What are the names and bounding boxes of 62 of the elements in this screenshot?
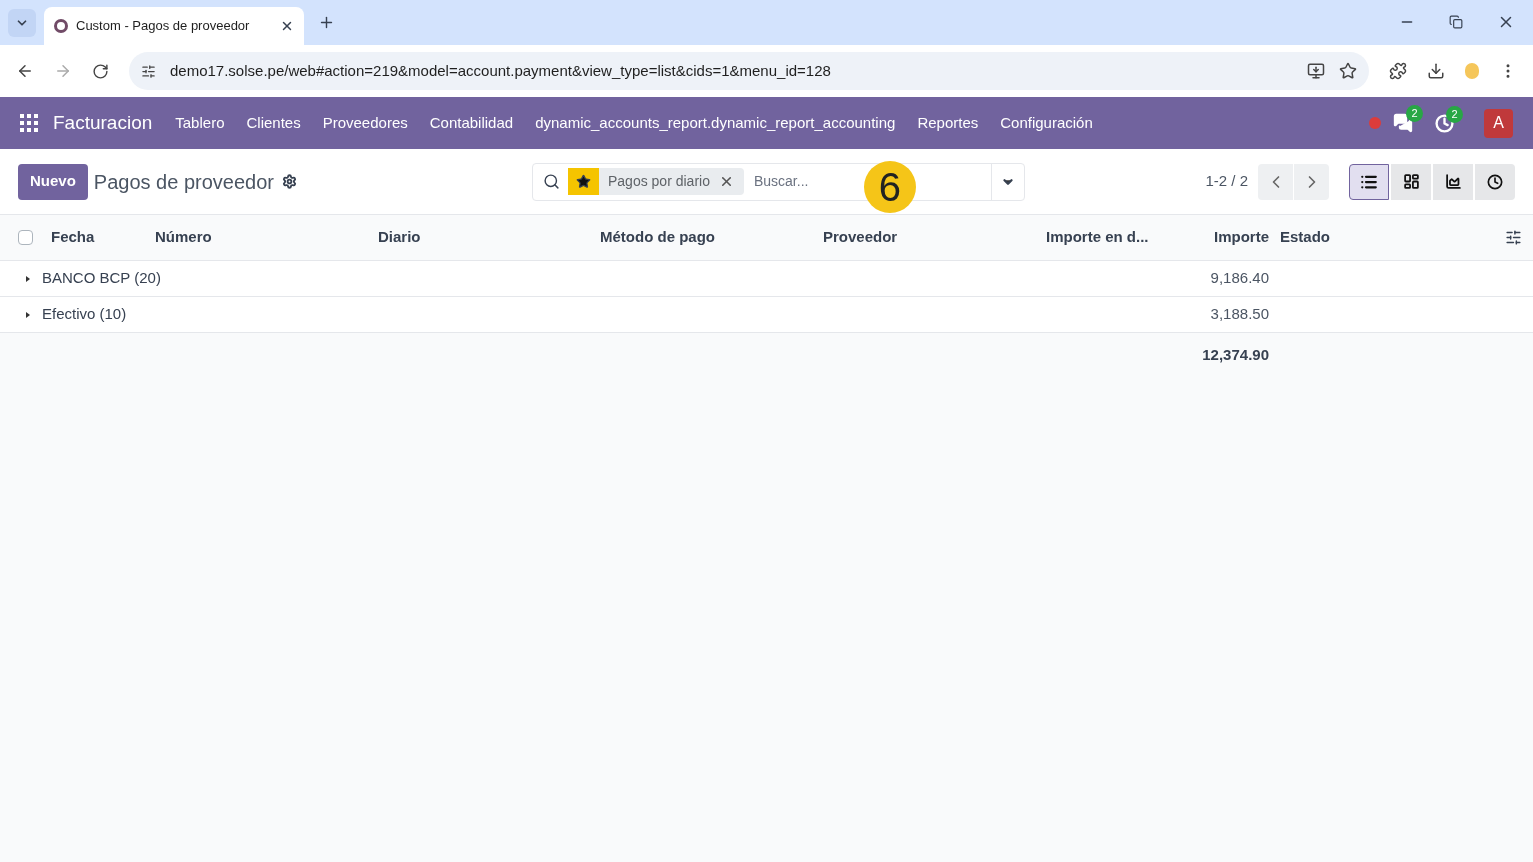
chart-view-icon (1444, 173, 1462, 190)
menu-item[interactable]: Reportes (906, 111, 990, 135)
facet-label: Pagos por diario (607, 172, 711, 191)
column-header[interactable]: Importe (1170, 226, 1275, 249)
page-title: Pagos de proveedor (93, 169, 274, 195)
column-header[interactable]: Método de pago (590, 226, 813, 249)
new-button[interactable]: Nuevo (18, 163, 88, 200)
settings-icon[interactable] (282, 174, 297, 189)
menu-item[interactable]: Configuración (989, 111, 1104, 135)
new-tab-icon[interactable] (318, 14, 335, 31)
group-label[interactable]: Efectivo (10) (42, 303, 127, 326)
column-header[interactable]: Fecha (41, 226, 145, 249)
install-icon[interactable] (1307, 62, 1325, 80)
address-bar[interactable]: demo17.solse.pe/web#action=219&model=account.payment&view_type=list&cids=1&menu_id=128 (129, 52, 1369, 90)
filter-facet[interactable]: Pagos por diario (568, 168, 744, 195)
url-text: demo17.solse.pe/web#action=219&model=account.payment&view_type=list&cids=1&menu_id=128 (170, 60, 832, 81)
browser-tab[interactable]: Custom - Pagos de proveedor (44, 7, 304, 45)
user-avatar[interactable]: A (1484, 108, 1513, 138)
menu-item[interactable]: Contabilidad (418, 111, 525, 135)
close-icon[interactable] (280, 19, 294, 33)
download-icon[interactable] (1427, 62, 1445, 80)
expand-caret-icon[interactable] (24, 310, 32, 319)
menu-item[interactable]: dynamic_accounts_report.dynamic_report_accounting (524, 111, 907, 135)
messages-badge: 2 (1406, 105, 1423, 122)
group-amount: 9,186.40 (1209, 268, 1270, 289)
favorite-star-icon (576, 174, 591, 189)
column-header[interactable]: Número (145, 226, 368, 249)
view-switch-button[interactable] (1475, 163, 1515, 200)
back-icon[interactable] (16, 62, 34, 80)
view-switch-button[interactable] (1391, 163, 1431, 200)
extensions-icon[interactable] (1389, 62, 1407, 80)
tab-title: Custom - Pagos de proveedor (76, 17, 251, 36)
step-marker: 6 (864, 160, 916, 213)
activities-badge: 2 (1446, 105, 1463, 123)
app-name[interactable]: Facturacion (53, 108, 153, 138)
search-icon (543, 173, 560, 190)
menu-item[interactable]: Clientes (235, 111, 312, 135)
site-icon (54, 19, 68, 33)
view-switch-button[interactable] (1349, 163, 1389, 200)
apps-grid-icon[interactable] (20, 114, 38, 132)
group-amount: 3,188.50 (1209, 304, 1270, 325)
activities-icon[interactable] (1435, 113, 1454, 133)
site-info-icon[interactable] (141, 63, 156, 79)
kanban-view-icon (1402, 173, 1420, 190)
expand-caret-icon[interactable] (24, 274, 32, 283)
clock-icon (1487, 173, 1503, 190)
column-header[interactable]: Estado (1275, 226, 1493, 249)
total-amount: 12,374.90 (1201, 344, 1270, 365)
bookmark-icon[interactable] (1339, 62, 1357, 80)
optional-columns-icon[interactable] (1504, 229, 1522, 246)
view-switch-button[interactable] (1433, 163, 1473, 200)
column-header[interactable]: Diario (368, 226, 590, 249)
menu-item[interactable]: Proveedores (311, 111, 419, 135)
select-all-checkbox[interactable] (18, 230, 33, 245)
pager-value: 1-2 / 2 (1205, 171, 1248, 192)
column-header[interactable]: Proveedor (813, 226, 1036, 249)
menu-item[interactable]: Tablero (164, 111, 236, 135)
column-header[interactable]: Importe en d... (1036, 226, 1170, 249)
restore-icon[interactable] (1449, 15, 1463, 29)
reload-icon[interactable] (92, 62, 109, 80)
messages-icon[interactable] (1393, 113, 1413, 133)
group-label[interactable]: BANCO BCP (20) (42, 267, 161, 290)
